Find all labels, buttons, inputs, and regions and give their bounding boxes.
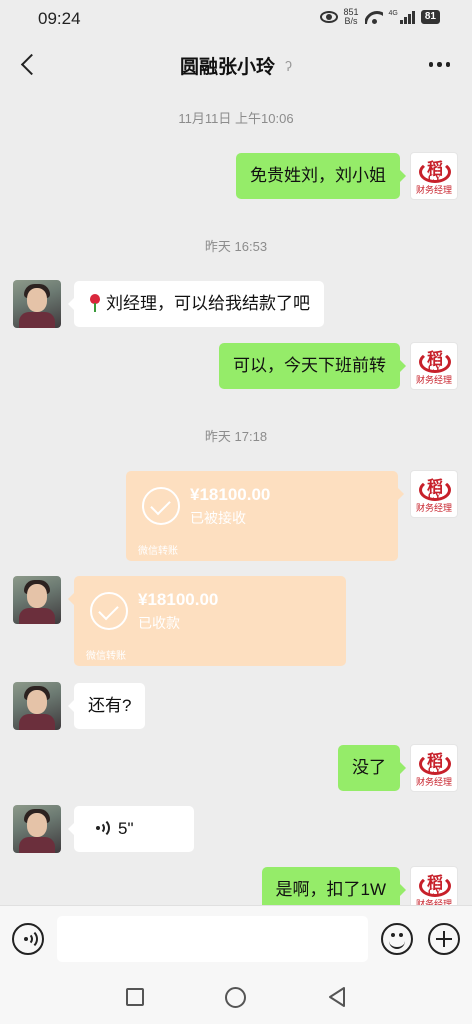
voice-wave-icon <box>96 818 112 838</box>
system-nav-bar <box>0 971 472 1024</box>
eye-icon <box>319 11 338 23</box>
plus-button[interactable] <box>428 923 460 955</box>
message-bubble-sent[interactable]: 可以，今天下班前转 <box>219 343 406 389</box>
company-logo: 稻 CY <box>419 747 451 777</box>
more-options-button[interactable] <box>428 62 450 67</box>
voice-duration: 5" <box>118 819 134 838</box>
contact-avatar[interactable] <box>13 280 61 328</box>
company-logo: 稻 CY <box>419 473 451 503</box>
voice-message[interactable]: 5" <box>68 806 194 852</box>
status-icons: 851 B/s 4G 81 <box>319 8 440 26</box>
status-time: 09:24 <box>38 9 81 28</box>
home-button[interactable] <box>225 987 246 1008</box>
contact-avatar[interactable] <box>13 576 61 624</box>
battery-icon: 81 <box>420 10 440 24</box>
input-bar <box>0 905 472 971</box>
signal-icon <box>399 10 415 24</box>
avatar-caption: 财务经理 <box>415 777 452 787</box>
chat-title: 圆融张小玲 ʔ <box>0 52 472 79</box>
message-bubble-received[interactable]: 还有? <box>67 683 146 729</box>
message-bubble-received[interactable]: 刘经理，可以给我结款了吧 <box>68 281 324 327</box>
timestamp: 昨天 17:18 <box>204 429 268 444</box>
status-bar: 09:24 851 B/s 4G 81 <box>0 0 472 38</box>
check-circle-icon <box>142 487 180 525</box>
company-logo: 稻 CY <box>419 869 451 899</box>
message-bubble-sent[interactable]: 免贵姓刘，刘小姐 <box>236 153 406 199</box>
timestamp: 昨天 16:53 <box>204 239 268 254</box>
emoji-button[interactable] <box>381 923 413 955</box>
transfer-amount: ¥18100.00 <box>138 590 219 609</box>
message-bubble-sent[interactable]: 没了 <box>338 745 406 791</box>
company-logo: 稻 CY <box>419 345 451 375</box>
network-type: 4G <box>388 10 398 17</box>
chat-header: 圆融张小玲 ʔ <box>0 38 472 90</box>
triangle-back-icon <box>329 987 345 1007</box>
transfer-status: 已收款 <box>138 615 180 631</box>
nav-back-button[interactable] <box>327 986 347 1008</box>
my-avatar[interactable]: 稻 CY 财务经理 <box>410 152 458 200</box>
my-avatar[interactable]: 稻 CY 财务经理 <box>410 342 458 390</box>
my-avatar[interactable]: 稻 CY 财务经理 <box>410 744 458 792</box>
transfer-status: 已被接收 <box>190 510 246 526</box>
voice-wave-icon <box>24 929 40 949</box>
my-avatar[interactable]: 稻 CY 财务经理 <box>410 470 458 518</box>
contact-avatar[interactable] <box>13 805 61 853</box>
contact-avatar[interactable] <box>13 682 61 730</box>
avatar-caption: 财务经理 <box>415 503 452 513</box>
transfer-source: 微信转账 <box>138 546 178 557</box>
wifi-icon <box>365 10 383 24</box>
network-speed: 851 B/s <box>344 8 359 26</box>
timestamp: 11月11日 上午10:06 <box>178 111 294 126</box>
rose-emoji-icon <box>88 294 102 312</box>
transfer-amount: ¥18100.00 <box>190 485 271 504</box>
ear-icon: ʔ <box>285 58 292 74</box>
avatar-caption: 财务经理 <box>415 185 452 195</box>
voice-input-button[interactable] <box>12 923 44 955</box>
recent-apps-button[interactable] <box>126 988 144 1006</box>
contact-name: 圆融张小玲 <box>179 57 275 78</box>
transfer-card-received[interactable]: ¥18100.00 已收款 微信转账 <box>68 576 346 666</box>
avatar-caption: 财务经理 <box>415 375 452 385</box>
transfer-card-sent[interactable]: ¥18100.00 已被接收 微信转账 <box>126 471 404 561</box>
transfer-source: 微信转账 <box>86 651 126 662</box>
speed-unit: B/s <box>344 16 358 26</box>
message-input[interactable] <box>57 916 368 962</box>
company-logo: 稻 CY <box>419 155 451 185</box>
check-circle-icon <box>90 592 128 630</box>
message-text: 刘经理，可以给我结款了吧 <box>106 294 310 313</box>
